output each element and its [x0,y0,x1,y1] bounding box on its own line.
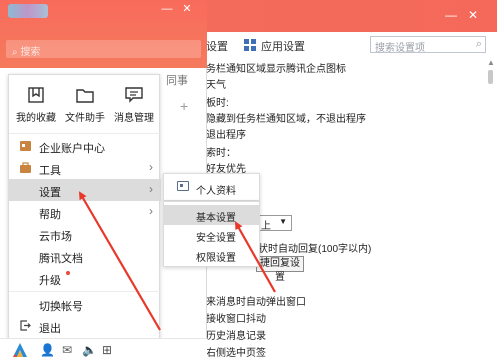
quick-reply-settings-label: 捷回复设置 [260,258,300,283]
menu-label-enterprise: 企业账户中心 [39,143,105,155]
menu-item-tencent-docs[interactable]: 腾讯文档 [9,245,161,267]
submenu-label-basic: 基本设置 [196,213,236,224]
message-manager-label: 消息管理 [114,113,154,124]
submenu-item-basic-settings[interactable]: 基本设置 [164,205,259,225]
enterprise-icon [20,141,31,151]
add-icon[interactable]: + [180,98,188,114]
status-dropdown-value: 上 [261,221,271,232]
status-dropdown[interactable]: 上 ▼ [256,215,292,232]
menu-label-exit: 退出 [39,323,61,335]
app-grid-icon[interactable]: ⊞ [102,343,112,357]
setting-line-right-tab: 右侧选中页签 [206,348,266,359]
chevron-right-icon: › [149,204,153,218]
setting-line-search: 索时： [206,148,236,159]
app-grid-icon [244,39,256,51]
menu-divider [9,291,161,292]
menu-item-enterprise-account[interactable]: 企业账户中心 [9,135,161,157]
mail-icon[interactable]: ✉ [62,343,72,357]
minimize-icon[interactable]: — [444,8,458,22]
menu-label-switch-account: 切换帐号 [39,301,83,313]
menu-item-cloud-market[interactable]: 云市场 [9,223,161,245]
search-icon: ⌕ [12,47,18,58]
menu-label-settings: 设置 [39,187,61,199]
minimize-icon[interactable]: — [160,2,174,16]
setting-line-hide-tray: 隐藏到任务栏通知区域，不退出程序 [206,114,366,125]
my-favorites-button[interactable]: 我的收藏 [12,85,60,129]
main-search-placeholder: 搜索 [20,47,41,58]
submenu-item-security-settings[interactable]: 安全设置 [164,225,259,245]
setting-line-auto-reply: 状时自动回复(100字以内) [258,244,372,255]
close-icon[interactable]: ✕ [180,2,194,16]
settings-submenu-profile: 个人资料 [163,173,260,201]
submenu-label-profile: 个人资料 [196,186,236,197]
bookmark-icon [28,87,44,103]
quick-actions: 我的收藏 文件助手 消息管理 [9,85,161,129]
settings-scrollbar[interactable]: ▲ [487,58,495,358]
quick-reply-settings-button[interactable]: 捷回复设置 [256,256,304,283]
add-contact-icon[interactable]: 👤 [40,343,55,357]
setting-line-auto-popup: 来消息时自动弹出窗口 [206,297,306,308]
scroll-up-icon[interactable]: ▲ [487,58,495,67]
folder-icon [76,89,94,103]
menu-divider [9,133,161,134]
chevron-down-icon: ▼ [279,217,287,226]
menu-item-help[interactable]: 帮助 › [9,201,161,223]
tab-basic-settings[interactable]: 设置 [206,38,228,54]
main-menu-logo-icon[interactable] [12,342,28,358]
submenu-label-permission: 权限设置 [196,253,236,264]
menu-item-settings[interactable]: 设置 › [9,179,161,201]
menu-label-tools: 工具 [39,165,61,177]
submenu-item-permission-settings[interactable]: 权限设置 [164,245,259,265]
setting-line-weather: 天气 [206,80,226,91]
panel-header: — ✕ ⌕ 搜索 [0,0,207,68]
file-assistant-label: 文件助手 [65,113,105,124]
settings-titlebar: — ✕ [196,0,497,32]
file-assistant-button[interactable]: 文件助手 [61,85,109,129]
submenu-label-security: 安全设置 [196,233,236,244]
setting-line-tray-icon: 务栏通知区域显示腾讯企点图标 [206,64,346,75]
chevron-right-icon: › [149,182,153,196]
speaker-icon[interactable]: 🔈 [82,343,97,357]
toolbox-icon [20,162,31,173]
bottom-toolbar: 👤 ✉ 🔈 ⊞ [0,338,207,362]
setting-line-exit-program: 退出程序 [206,130,246,141]
settings-search-placeholder: 搜索设置项 [375,43,425,54]
setting-line-window-shake: 接收窗口抖动 [206,314,266,325]
close-icon[interactable]: ✕ [466,8,480,22]
main-menu: 我的收藏 文件助手 消息管理 企业账户中心 工具 › 设置 › 帮助 › 云市场… [8,74,161,340]
menu-label-help: 帮助 [39,209,61,221]
profile-card-icon [177,181,189,191]
menu-label-tencent-docs: 腾讯文档 [39,253,83,265]
search-icon[interactable]: ⌕ [476,38,482,51]
message-manager-button[interactable]: 消息管理 [110,85,158,129]
settings-search-input[interactable]: 搜索设置项 ⌕ [370,36,486,54]
main-search-input[interactable]: ⌕ 搜索 [6,40,201,58]
menu-item-tools[interactable]: 工具 › [9,157,161,179]
menu-label-cloud-market: 云市场 [39,231,72,243]
menu-item-exit[interactable]: 退出 [9,315,161,337]
my-favorites-label: 我的收藏 [16,113,56,124]
message-icon [125,87,143,103]
tab-app-settings[interactable]: 应用设置 [261,38,305,54]
notification-dot [66,271,70,275]
menu-item-switch-account[interactable]: 切换帐号 [9,293,161,315]
setting-line-history: 历史消息记录 [206,331,266,342]
menu-label-upgrade: 升级 [39,275,61,287]
tab-colleagues[interactable]: 同事 [166,72,188,88]
menu-item-upgrade[interactable]: 升级 [9,267,161,289]
settings-submenu: 基本设置 安全设置 权限设置 [163,201,260,267]
exit-icon [20,320,31,331]
chevron-right-icon: › [149,160,153,174]
submenu-item-profile[interactable]: 个人资料 [164,177,259,199]
setting-line-close-panel: 板时: [206,98,229,109]
scroll-thumb[interactable] [488,70,493,84]
avatar[interactable] [8,4,48,18]
